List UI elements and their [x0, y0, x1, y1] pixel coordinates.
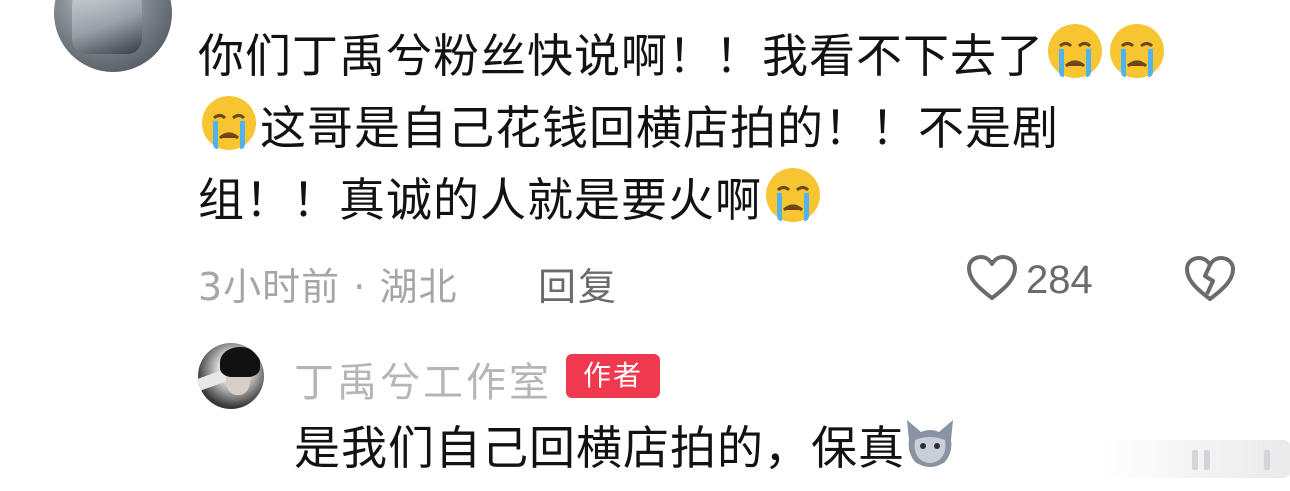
reply-author-name[interactable]: 丁禹兮工作室: [294, 350, 552, 408]
avatar-hair: [220, 347, 260, 377]
comment-body: 你们丁禹兮粉丝快说啊！！我看不下去了这哥是自己花钱回横店拍的！！不是剧组！！真诚…: [198, 20, 1238, 236]
comment-meta: 3小时前 · 湖北: [198, 256, 457, 311]
comment-line-3: 组！！真诚的人就是要火啊: [198, 173, 762, 227]
watermark-mark: [1192, 450, 1198, 470]
reply-button[interactable]: 回复: [538, 256, 618, 311]
broken-heart-icon: [1184, 256, 1236, 308]
avatar-figure: [72, 0, 142, 54]
author-badge: 作者: [566, 354, 660, 398]
like-count: 284: [1026, 257, 1093, 302]
dislike-button[interactable]: [1184, 254, 1236, 308]
comment-line-2: 这哥是自己花钱回横店拍的！！不是剧: [260, 101, 1059, 155]
comment-line-1: 你们丁禹兮粉丝快说啊！！我看不下去了: [198, 29, 1044, 83]
heart-icon: [966, 254, 1018, 306]
reply-author-avatar[interactable]: [198, 343, 264, 409]
crying-face-icon: [1108, 22, 1166, 80]
commenter-avatar[interactable]: [54, 0, 172, 72]
crying-face-icon: [1046, 22, 1104, 80]
watermark-mark: [1264, 450, 1270, 470]
crying-face-icon: [200, 94, 258, 152]
reply-body: 是我们自己回横店拍的，保真: [294, 418, 955, 478]
meta-separator: ·: [353, 265, 367, 309]
watermark-mark: [1204, 450, 1210, 470]
comment-time: 3小时前: [198, 265, 341, 309]
watermark: [1100, 440, 1290, 478]
reply-text: 是我们自己回横店拍的，保真: [294, 421, 905, 475]
comment-location: 湖北: [379, 265, 458, 309]
cat-face-icon: [905, 418, 955, 470]
crying-face-icon: [764, 166, 822, 224]
like-button[interactable]: 284: [966, 254, 1093, 306]
